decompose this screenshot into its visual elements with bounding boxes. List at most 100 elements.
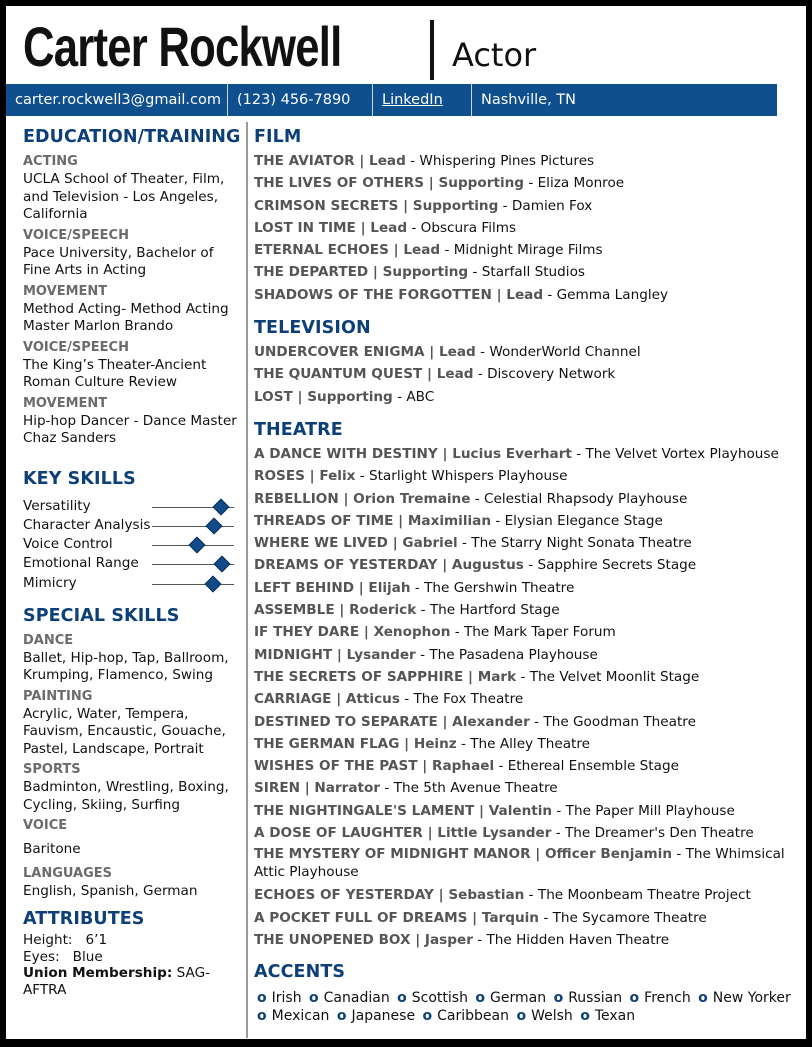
credit-company: The Mark Taper Forum xyxy=(463,624,616,641)
credit-dash: - xyxy=(475,344,490,361)
credit-dash: - xyxy=(571,445,586,462)
education-detail: The King’s Theater-Ancient Roman Culture… xyxy=(23,356,207,391)
credit-separator: | xyxy=(359,624,374,641)
credit-company: Obscura Films xyxy=(420,219,517,236)
credit-role: Augustus xyxy=(451,557,524,574)
skill-slider-track xyxy=(152,583,234,585)
credit-separator: | xyxy=(398,197,413,214)
credit-company: ABC xyxy=(406,388,435,405)
credit-dash: - xyxy=(456,735,471,752)
title-separator xyxy=(430,20,434,80)
credit-title: LEFT BEHIND xyxy=(254,579,354,596)
skill-level-diamond-icon xyxy=(213,555,231,573)
credit-separator: | xyxy=(491,286,507,303)
theatre-credits: A DANCE WITH DESTINY | Lucius Everhart -… xyxy=(254,443,804,951)
special-skill-category: VOICE xyxy=(23,818,68,834)
attribute-height: Height: 6’1 xyxy=(23,932,238,949)
special-skill-detail: Badminton, Wrestling, Boxing, Cycling, S… xyxy=(23,779,229,813)
credit-title: A DANCE WITH DESTINY xyxy=(254,445,438,462)
education-detail: Pace University, Bachelor of Fine Arts i… xyxy=(23,244,214,279)
film-credits: THE AVIATOR | Lead - Whispering Pines Pi… xyxy=(254,150,804,306)
skill-label: Versatility xyxy=(23,497,91,514)
credit-company: The Sycamore Theatre xyxy=(552,909,707,926)
credit-row: CARRIAGE | Atticus - The Fox Theatre xyxy=(254,688,804,710)
credit-title: THE NIGHTINGALE'S LAMENT xyxy=(254,802,475,819)
credit-title: MIDNIGHT xyxy=(254,646,333,663)
special-skill-category: DANCE xyxy=(23,632,74,648)
skill-row: Mimicry xyxy=(23,575,238,594)
credit-row: ETERNAL ECHOES | Lead - Midnight Mirage … xyxy=(254,239,804,261)
bullet-icon: o xyxy=(580,1008,590,1025)
credit-role: Supporting xyxy=(307,388,393,405)
credit-title: THREADS OF TIME xyxy=(254,512,394,529)
credit-dash: - xyxy=(457,535,472,552)
special-skill-category: SPORTS xyxy=(23,762,81,778)
credit-role: Elijah xyxy=(368,579,411,596)
credit-company: The Hartford Stage xyxy=(429,602,560,619)
credit-title: CARRIAGE xyxy=(254,691,332,708)
eyes-label: Eyes: xyxy=(23,948,60,965)
credit-dash: - xyxy=(543,286,557,303)
accent-item: Canadian xyxy=(323,990,390,1007)
special-skill-category: PAINTING xyxy=(23,688,93,704)
bullet-icon: o xyxy=(397,990,407,1007)
credit-separator: | xyxy=(304,468,320,485)
credit-role: Raphael xyxy=(432,758,495,775)
credit-company: Midnight Mirage Films xyxy=(453,242,603,259)
accent-item: German xyxy=(490,990,547,1007)
education-category: VOICE/SPEECH xyxy=(23,339,129,355)
credit-dash: - xyxy=(472,931,487,948)
credit-role: Lead xyxy=(506,286,544,303)
television-credits: UNDERCOVER ENIGMA | Lead - WonderWorld C… xyxy=(254,341,804,408)
education-category: VOICE/SPEECH xyxy=(23,227,129,243)
credit-role: Xenophon xyxy=(373,624,451,641)
credit-row: WHERE WE LIVED | Gabriel - The Starry Ni… xyxy=(254,532,804,554)
credit-dash: - xyxy=(355,468,369,485)
credit-row: THE AVIATOR | Lead - Whispering Pines Pi… xyxy=(254,150,804,172)
credit-row: ECHOES OF YESTERDAY | Sebastian - The Mo… xyxy=(254,884,804,906)
attribute-eyes: Eyes: Blue xyxy=(23,949,238,966)
credit-role: Alexander xyxy=(452,713,530,730)
credit-row: DREAMS OF YESTERDAY | Augustus - Sapphir… xyxy=(254,554,804,576)
credit-company: Elysian Elegance Stage xyxy=(504,512,663,529)
linkedin-link[interactable]: LinkedIn xyxy=(373,84,472,116)
credit-title: CRIMSON SECRETS xyxy=(254,197,399,214)
credit-separator: | xyxy=(387,535,403,552)
phone-number: (123) 456-7890 xyxy=(228,84,373,116)
credit-company: The 5th Avenue Theatre xyxy=(393,780,558,797)
credit-row: THE MYSTERY OF MIDNIGHT MANOR | Officer … xyxy=(254,844,804,884)
credit-title: ASSEMBLE xyxy=(254,602,335,619)
credit-separator: | xyxy=(437,445,453,462)
credit-title: DREAMS OF YESTERDAY xyxy=(254,557,438,574)
credit-separator: | xyxy=(422,366,437,383)
credit-title: THE DEPARTED xyxy=(254,264,369,281)
credit-role: Supporting xyxy=(438,175,525,192)
accents-list: o Irish o Canadian o Scottish o German o Russ… xyxy=(254,989,804,1025)
credit-role: Supporting xyxy=(382,264,469,281)
accent-item: Texan xyxy=(594,1008,636,1025)
bullet-icon: o xyxy=(422,1008,433,1025)
credit-separator: | xyxy=(463,668,478,685)
email-link[interactable]: carter.rockwell3@gmail.com xyxy=(6,84,228,116)
credit-role: Jasper xyxy=(424,931,473,948)
accent-item: French xyxy=(644,990,691,1007)
credit-row: THE GERMAN FLAG | Heinz - The Alley Thea… xyxy=(254,733,804,755)
credit-title: ETERNAL ECHOES xyxy=(254,242,389,259)
key-skills-heading: KEY SKILLS xyxy=(23,468,136,489)
credit-dash: - xyxy=(551,825,565,842)
credit-role: Sebastian xyxy=(448,887,525,904)
special-skill-detail: English, Spanish, German xyxy=(23,882,198,899)
credit-row: LOST IN TIME | Lead - Obscura Films xyxy=(254,217,804,239)
credit-dash: - xyxy=(450,624,464,641)
credit-dash: - xyxy=(468,264,482,281)
accent-item: Mexican xyxy=(271,1008,330,1025)
credit-company: The Paper Mill Playhouse xyxy=(565,802,735,819)
credit-dash: - xyxy=(415,646,430,663)
credit-row: WISHES OF THE PAST | Raphael - Ethereal … xyxy=(254,755,804,777)
credit-row: REBELLION | Orion Tremaine - Celestial R… xyxy=(254,488,804,510)
credit-dash: - xyxy=(529,713,544,730)
eyes-value: Blue xyxy=(72,948,103,965)
credit-separator: | xyxy=(437,557,452,574)
credit-role: Heinz xyxy=(413,735,457,752)
credit-role: Tarquin xyxy=(481,909,539,926)
